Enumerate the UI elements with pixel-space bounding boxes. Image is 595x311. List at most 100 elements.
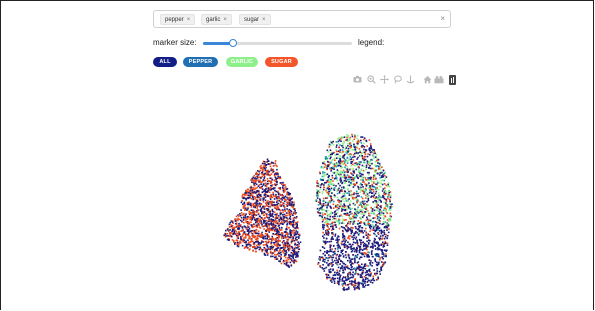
scatter-point: [328, 146, 331, 148]
scatter-point: [327, 209, 329, 212]
scatter-point: [350, 264, 352, 266]
scatter-point: [353, 232, 356, 235]
scatter-point: [365, 277, 367, 279]
scatter-point: [277, 173, 279, 175]
scatter-point: [266, 249, 268, 252]
scatter-point: [360, 239, 363, 242]
scatter-point: [278, 228, 281, 231]
scatter-point: [382, 261, 385, 264]
scatter-point: [336, 173, 338, 175]
scatter-point: [271, 229, 274, 232]
scatter-point: [382, 209, 385, 211]
scatter-point: [252, 250, 254, 252]
scatter-point: [351, 262, 353, 264]
scatter-point: [265, 219, 268, 222]
scatter-point: [354, 273, 356, 275]
scatter-point: [289, 215, 292, 218]
scatter-point: [342, 218, 344, 221]
scatter-point: [239, 242, 241, 244]
scatter-point: [235, 233, 237, 235]
scatter-point: [330, 278, 333, 280]
scatter-point: [273, 198, 276, 200]
scatter-point: [323, 241, 325, 243]
scatter-point: [341, 161, 343, 163]
scatter-point: [343, 136, 346, 138]
scatter-point: [334, 235, 336, 237]
scatter-point: [266, 235, 269, 238]
scatter-point: [351, 273, 354, 276]
scatter-point: [264, 189, 267, 192]
scatter-point: [269, 248, 272, 251]
scatter-point: [367, 256, 369, 258]
scatter-point: [235, 230, 238, 233]
scatter-point: [346, 208, 348, 211]
scatter-point: [276, 168, 278, 171]
scatter-point: [388, 191, 391, 194]
scatter-point: [263, 208, 266, 210]
scatter-point: [359, 191, 361, 194]
scatter-point: [324, 213, 327, 216]
scatter-point: [246, 225, 249, 227]
scatter-point: [367, 221, 370, 223]
scatter-point: [386, 205, 389, 207]
scatter-point: [260, 177, 262, 179]
scatter-point: [291, 201, 293, 204]
scatter-point: [266, 254, 269, 256]
scatter-point: [364, 183, 366, 185]
scatter-point: [268, 191, 271, 194]
scatter-point: [291, 235, 293, 238]
scatter-point: [341, 229, 344, 232]
scatter-point: [268, 225, 270, 227]
scatter-point: [276, 200, 279, 202]
scatter-point: [344, 182, 346, 184]
scatter-point: [366, 171, 369, 174]
scatter-point: [387, 196, 389, 198]
scatter-point: [242, 229, 244, 231]
scatter-point: [375, 263, 378, 266]
scatter-point: [369, 178, 372, 180]
scatter-point: [388, 228, 390, 230]
scatter-point: [376, 209, 378, 212]
scatter-point: [243, 231, 245, 234]
scatter-point: [384, 171, 386, 174]
scatter-point: [333, 196, 336, 198]
scatter-point: [338, 154, 341, 157]
scatter-point: [330, 196, 332, 199]
scatter-plot[interactable]: [0, 0, 595, 311]
scatter-point: [372, 217, 374, 219]
scatter-point: [356, 215, 358, 217]
scatter-point: [379, 209, 381, 211]
scatter-point: [352, 167, 355, 170]
scatter-point: [359, 222, 361, 225]
scatter-point: [356, 208, 359, 210]
scatter-point: [283, 231, 286, 233]
scatter-point: [272, 251, 275, 254]
scatter-point: [372, 190, 375, 193]
scatter-point: [372, 275, 375, 278]
scatter-point: [365, 243, 367, 246]
scatter-point: [345, 284, 347, 286]
scatter-point: [352, 241, 355, 244]
scatter-point: [293, 211, 296, 213]
scatter-point: [262, 249, 264, 251]
scatter-point: [369, 160, 372, 163]
scatter-point: [340, 242, 343, 244]
scatter-point: [344, 175, 346, 178]
scatter-point: [258, 232, 260, 235]
scatter-point: [237, 217, 239, 220]
scatter-point: [326, 217, 329, 220]
scatter-point: [371, 253, 373, 255]
scatter-point: [347, 178, 350, 181]
scatter-point: [336, 215, 339, 218]
scatter-point: [250, 194, 253, 197]
scatter-point: [250, 198, 253, 200]
scatter-point: [324, 254, 326, 257]
scatter-point: [355, 145, 358, 147]
scatter-point: [339, 161, 341, 164]
scatter-point: [256, 239, 258, 241]
scatter-point: [348, 235, 350, 238]
scatter-point: [265, 215, 268, 217]
scatter-point: [351, 229, 353, 232]
scatter-point: [271, 239, 274, 241]
scatter-point: [290, 251, 293, 254]
